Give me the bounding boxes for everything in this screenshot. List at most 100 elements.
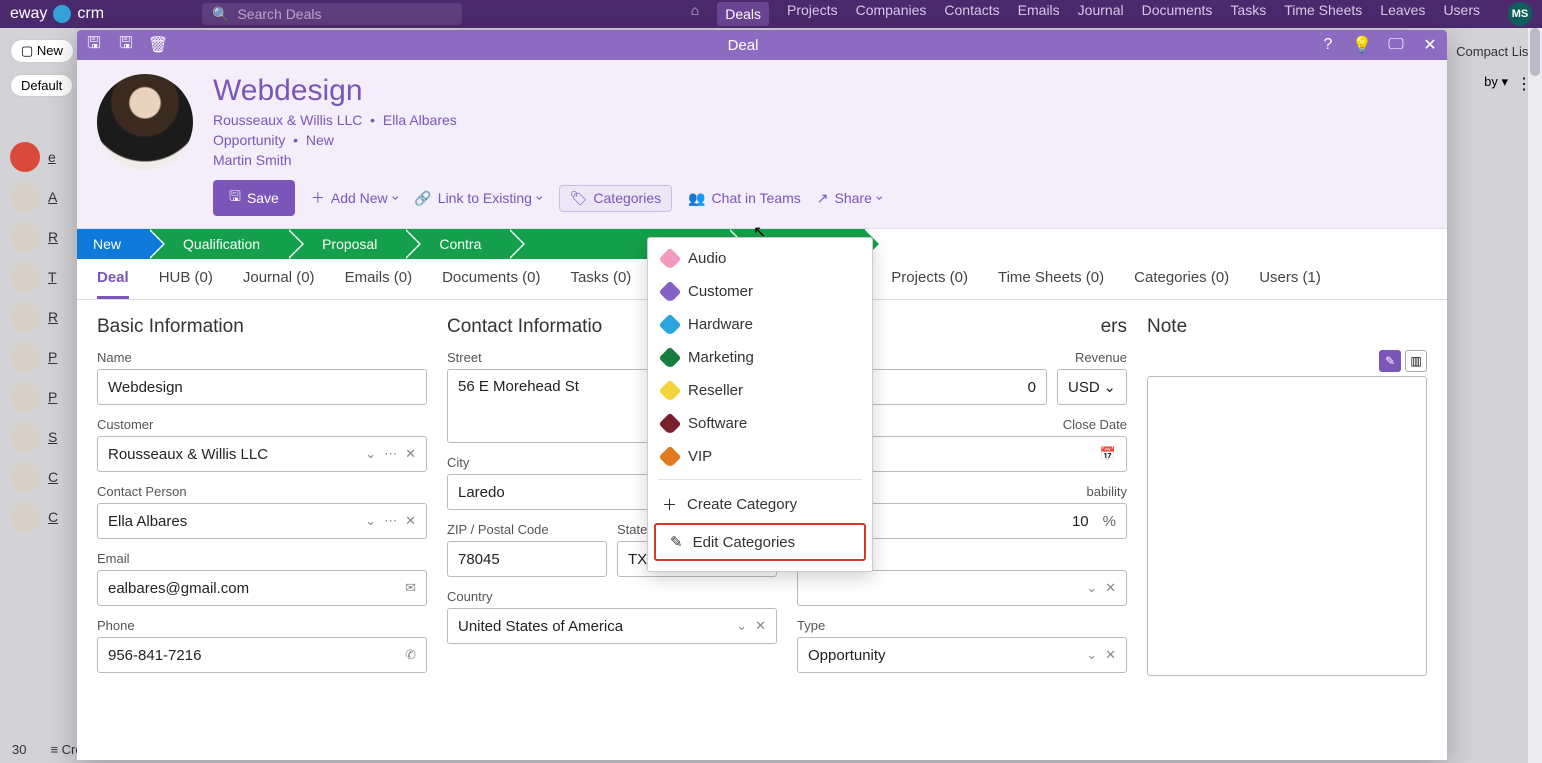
email-input[interactable]: ealbares@gmail.com ✉ [97, 570, 427, 606]
share-button[interactable]: ↗ Share › [817, 190, 883, 207]
save-button[interactable]: 🖫 Save [213, 180, 295, 216]
edit-categories-item[interactable]: ✎Edit Categories [654, 523, 866, 561]
chevron-down-icon[interactable]: ⌄ [365, 513, 376, 529]
help-icon[interactable]: ? [1319, 36, 1337, 54]
nav-timesheets[interactable]: Time Sheets [1284, 2, 1362, 26]
home-icon[interactable]: ⌂ [691, 2, 699, 26]
stage-qualification[interactable]: Qualification [149, 229, 288, 259]
phone-icon[interactable]: ✆ [405, 647, 416, 663]
categories-dropdown: Audio Customer Hardware Marketing Resell… [647, 237, 873, 572]
tab-deal[interactable]: Deal [97, 269, 129, 299]
nav-documents[interactable]: Documents [1142, 2, 1213, 26]
nav-contacts[interactable]: Contacts [944, 2, 999, 26]
calendar-icon[interactable]: 📅 [1100, 446, 1116, 462]
zip-input[interactable]: 78045 [447, 541, 607, 577]
mail-icon[interactable]: ✉ [405, 580, 416, 596]
clear-icon[interactable]: ✕ [1105, 647, 1116, 663]
phone-input[interactable]: 956-841-7216 ✆ [97, 637, 427, 673]
nav-leaves[interactable]: Leaves [1380, 2, 1425, 26]
delete-icon[interactable]: 🗑 [149, 36, 167, 54]
clear-icon[interactable]: ✕ [405, 513, 416, 529]
tab-projects[interactable]: Projects (0) [891, 269, 968, 299]
pencil-icon: ✎ [670, 533, 683, 551]
search-placeholder: Search Deals [237, 6, 321, 22]
view-default-chip[interactable]: Default [10, 74, 73, 97]
deal-owner: Martin Smith [213, 152, 883, 168]
monitor-icon[interactable]: 🖵 [1387, 36, 1405, 54]
note-textarea[interactable] [1147, 376, 1427, 676]
dropdown-separator [658, 479, 862, 480]
category-audio[interactable]: Audio [648, 242, 872, 275]
category-software[interactable]: Software [648, 407, 872, 440]
country-input[interactable]: United States of America ⌄✕ [447, 608, 777, 644]
record-count: 30 [12, 742, 26, 757]
contact-input[interactable]: Ella Albares ⌄⋯✕ [97, 503, 427, 539]
top-navigation: ⌂ Deals Projects Companies Contacts Emai… [691, 2, 1532, 26]
clear-icon[interactable]: ✕ [405, 446, 416, 462]
name-input[interactable]: Webdesign [97, 369, 427, 405]
category-reseller[interactable]: Reseller [648, 374, 872, 407]
country-label: Country [447, 589, 777, 604]
global-search-input[interactable]: 🔍 Search Deals [202, 3, 462, 25]
user-avatar-badge[interactable]: MS [1508, 2, 1532, 26]
chevron-down-icon[interactable]: ⌄ [1086, 647, 1097, 663]
ellipsis-icon[interactable]: ⋯ [384, 513, 397, 529]
brand-suffix: crm [77, 5, 104, 23]
deal-subtitle: Rousseaux & Willis LLC • Ella Albares [213, 112, 883, 128]
nav-users[interactable]: Users [1443, 2, 1480, 26]
tab-emails[interactable]: Emails (0) [345, 269, 413, 299]
lightbulb-icon[interactable]: 💡 [1353, 36, 1371, 54]
vertical-scrollbar[interactable] [1528, 28, 1542, 763]
link-existing-button[interactable]: 🔗 Link to Existing › [414, 190, 542, 207]
categories-button[interactable]: 🏷 Categories [559, 185, 672, 212]
clear-icon[interactable]: ✕ [1105, 580, 1116, 596]
add-new-button[interactable]: ＋ Add New › [311, 188, 398, 208]
ellipsis-icon[interactable]: ⋯ [384, 446, 397, 462]
plus-icon: ＋ [662, 494, 677, 515]
scrollbar-thumb[interactable] [1530, 28, 1540, 76]
currency-select[interactable]: USD⌄ [1057, 369, 1127, 405]
chevron-down-icon[interactable]: ⌄ [365, 446, 376, 462]
nav-journal[interactable]: Journal [1078, 2, 1124, 26]
nav-tasks[interactable]: Tasks [1230, 2, 1266, 26]
customer-input[interactable]: Rousseaux & Willis LLC ⌄⋯✕ [97, 436, 427, 472]
category-vip[interactable]: VIP [648, 440, 872, 473]
basic-section: Basic Information Name Webdesign Custome… [97, 316, 427, 685]
category-marketing[interactable]: Marketing [648, 341, 872, 374]
tab-tasks[interactable]: Tasks (0) [570, 269, 631, 299]
new-record-button[interactable]: ▢ New [10, 39, 74, 63]
stage-new[interactable]: New [77, 229, 149, 259]
tab-timesheets[interactable]: Time Sheets (0) [998, 269, 1104, 299]
category-hardware[interactable]: Hardware [648, 308, 872, 341]
tab-documents[interactable]: Documents (0) [442, 269, 540, 299]
search-icon: 🔍 [212, 6, 229, 23]
nav-emails[interactable]: Emails [1018, 2, 1060, 26]
nav-deals[interactable]: Deals [717, 2, 769, 26]
category-customer[interactable]: Customer [648, 275, 872, 308]
save-icon[interactable]: 🖫 [85, 36, 103, 54]
chat-teams-button[interactable]: 👥 Chat in Teams [688, 190, 801, 207]
edit-note-icon[interactable]: ✎ [1379, 350, 1401, 372]
stage-proposal[interactable]: Proposal [288, 229, 405, 259]
tab-hub[interactable]: HUB (0) [159, 269, 213, 299]
group-by-hint[interactable]: by ▾ [1484, 74, 1508, 97]
marketing-select[interactable]: ⌄✕ [797, 570, 1127, 606]
email-label: Email [97, 551, 427, 566]
modal-header: Webdesign Rousseaux & Willis LLC • Ella … [77, 60, 1447, 229]
create-category-item[interactable]: ＋Create Category [648, 486, 872, 523]
nav-companies[interactable]: Companies [856, 2, 927, 26]
chevron-down-icon[interactable]: ⌄ [736, 618, 747, 634]
close-icon[interactable]: ✕ [1421, 36, 1439, 54]
chevron-down-icon[interactable]: ⌄ [1086, 580, 1097, 596]
nav-projects[interactable]: Projects [787, 2, 838, 26]
save-new-icon[interactable]: 🖫 [117, 36, 135, 54]
contact-label: Contact Person [97, 484, 427, 499]
clear-icon[interactable]: ✕ [755, 618, 766, 634]
view-compact-list[interactable]: Compact List [1456, 44, 1532, 59]
tab-journal[interactable]: Journal (0) [243, 269, 315, 299]
tab-categories[interactable]: Categories (0) [1134, 269, 1229, 299]
columns-icon[interactable]: ▥ [1405, 350, 1427, 372]
zip-label: ZIP / Postal Code [447, 522, 607, 537]
tab-users[interactable]: Users (1) [1259, 269, 1321, 299]
type-select[interactable]: Opportunity ⌄✕ [797, 637, 1127, 673]
